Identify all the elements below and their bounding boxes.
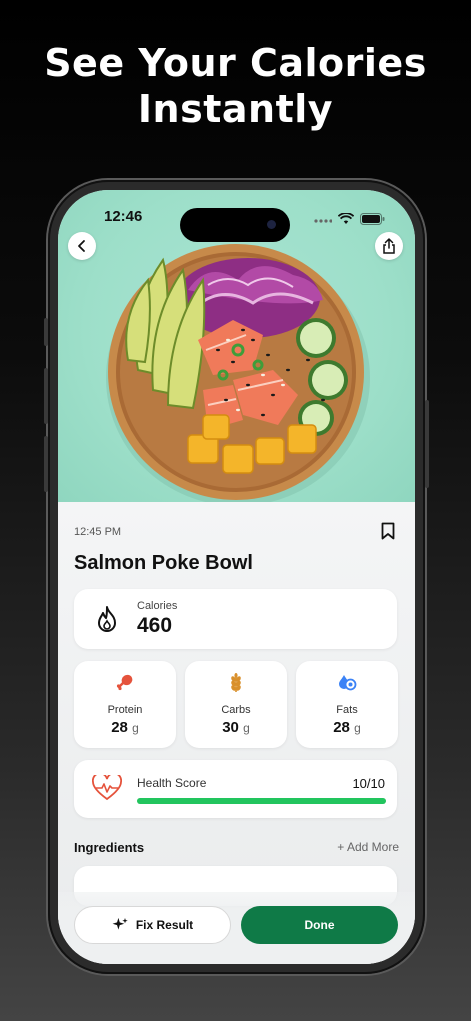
health-score-value: 10/10 <box>352 776 385 791</box>
headline-line-1: See Your Calories <box>44 41 427 85</box>
calories-value: 460 <box>137 614 173 637</box>
carbs-label: Carbs <box>221 704 251 716</box>
back-button[interactable] <box>68 232 96 260</box>
cellular-signal-icon <box>314 212 333 230</box>
health-score-bar <box>137 798 386 804</box>
fats-label: Fats <box>336 704 358 716</box>
share-button[interactable] <box>375 232 403 260</box>
meal-details: 12:45 PM Salmon Poke Bowl Calories 460 P… <box>58 502 415 964</box>
phone-power-button <box>425 400 429 488</box>
fats-card[interactable]: Fats 28 g <box>296 661 398 748</box>
wheat-icon <box>185 673 287 693</box>
wifi-icon <box>337 212 355 230</box>
protein-label: Protein <box>107 704 143 716</box>
sparkle-icon <box>112 917 128 930</box>
meal-title: Salmon Poke Bowl <box>74 552 253 574</box>
health-score-label: Health Score <box>137 776 207 790</box>
headline: See Your Calories Instantly <box>0 40 471 132</box>
app-screen: 12:46 12:45 PM Salmon Poke Bowl Calories… <box>58 190 415 964</box>
carbs-card[interactable]: Carbs 30 g <box>185 661 287 748</box>
battery-icon <box>360 212 385 230</box>
bookmark-button[interactable] <box>381 522 395 545</box>
status-bar: 12:46 <box>58 208 415 242</box>
fats-value: 28 g <box>333 719 361 736</box>
action-bar: Fix Result Done <box>58 892 415 964</box>
fix-result-label: Fix Result <box>135 918 194 932</box>
ingredients-heading: Ingredients <box>74 840 145 855</box>
phone-volume-down-button <box>44 436 48 492</box>
phone-frame: 12:46 12:45 PM Salmon Poke Bowl Calories… <box>44 180 429 974</box>
health-score-bar-fill <box>137 798 386 804</box>
status-time: 12:46 <box>104 208 143 225</box>
oil-drop-icon <box>296 673 398 691</box>
status-icons <box>314 212 385 230</box>
drumstick-icon <box>74 673 176 691</box>
bookmark-icon <box>381 522 395 540</box>
calories-label: Calories <box>137 600 178 612</box>
health-score-card[interactable]: Health Score 10/10 <box>74 760 397 818</box>
protein-card[interactable]: Protein 28 g <box>74 661 176 748</box>
flame-icon <box>94 605 120 638</box>
done-label: Done <box>304 918 335 932</box>
share-icon <box>383 238 395 254</box>
fix-result-button[interactable]: Fix Result <box>74 906 231 944</box>
done-button[interactable]: Done <box>241 906 398 944</box>
camera-icon <box>267 220 276 229</box>
protein-value: 28 g <box>111 719 139 736</box>
phone-action-button <box>44 318 48 346</box>
meal-photo: 12:46 <box>58 190 415 502</box>
dynamic-island <box>180 208 290 242</box>
heart-pulse-icon <box>91 772 123 806</box>
calories-card[interactable]: Calories 460 <box>74 589 397 649</box>
meal-timestamp: 12:45 PM <box>74 526 122 538</box>
carbs-value: 30 g <box>222 719 250 736</box>
headline-line-2: Instantly <box>137 87 334 131</box>
phone-volume-up-button <box>44 368 48 424</box>
add-more-button[interactable]: + Add More <box>337 840 399 854</box>
chevron-left-icon <box>78 240 85 252</box>
